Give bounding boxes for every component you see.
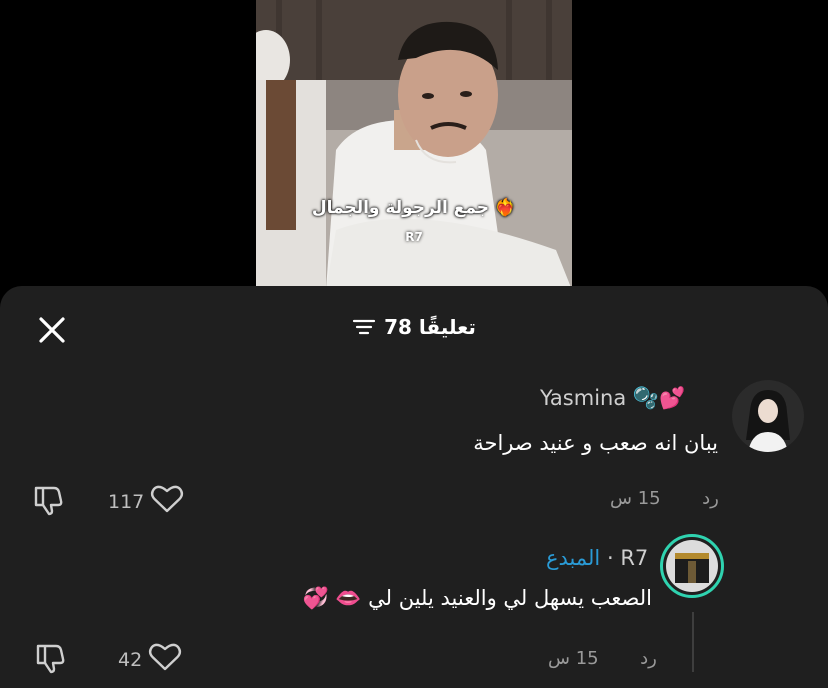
like-group: 42 — [118, 642, 182, 677]
comments-header: 78 تعليقًا — [0, 312, 828, 342]
like-button[interactable] — [150, 484, 184, 519]
thread-line — [692, 612, 694, 672]
comment-text: الصعب يسهل لي والعنيد يلين لي 👄 💞 — [302, 586, 652, 610]
like-group: 117 — [108, 484, 184, 519]
dislike-button[interactable] — [32, 484, 66, 520]
dislike-icon — [36, 644, 65, 674]
like-count: 117 — [108, 490, 145, 513]
avatar[interactable] — [660, 534, 724, 598]
avatar-image — [666, 540, 718, 592]
separator: · — [606, 546, 614, 570]
video-watermark: R7 — [405, 230, 423, 244]
creator-badge: المبدع — [546, 546, 601, 570]
comment-username: المبدع · R7 — [546, 546, 648, 570]
avatar[interactable] — [732, 380, 804, 452]
comment-time: 15 س — [548, 648, 599, 669]
comment-meta: رد 15 س — [610, 488, 719, 509]
dislike-icon — [34, 486, 63, 516]
reply-button[interactable]: رد — [702, 488, 719, 509]
avatar-image — [732, 380, 804, 452]
comment-meta: رد 15 س — [548, 648, 657, 669]
video-caption: جمع الرجولة والجمال ❤️‍🔥 — [311, 198, 517, 218]
comments-sheet: 78 تعليقًا Yasmina 🫧💕 يبان انه صعب و عني… — [0, 286, 828, 688]
comment-text: يبان انه صعب و عنيد صراحة — [473, 431, 718, 455]
creator-username[interactable]: R7 — [620, 546, 648, 570]
like-button[interactable] — [148, 642, 182, 677]
dislike-button[interactable] — [34, 642, 68, 678]
reply-button[interactable]: رد — [640, 648, 657, 669]
comment-username[interactable]: Yasmina 🫧💕 — [540, 386, 685, 411]
like-count: 42 — [118, 648, 143, 671]
video-player[interactable]: جمع الرجولة والجمال ❤️‍🔥 R7 — [256, 0, 572, 290]
filter-icon[interactable] — [352, 318, 376, 336]
comment-time: 15 س — [610, 488, 661, 509]
comment-count: 78 تعليقًا — [384, 315, 476, 339]
video-frame — [256, 0, 572, 290]
heart-icon — [149, 643, 182, 671]
heart-icon — [151, 485, 184, 513]
